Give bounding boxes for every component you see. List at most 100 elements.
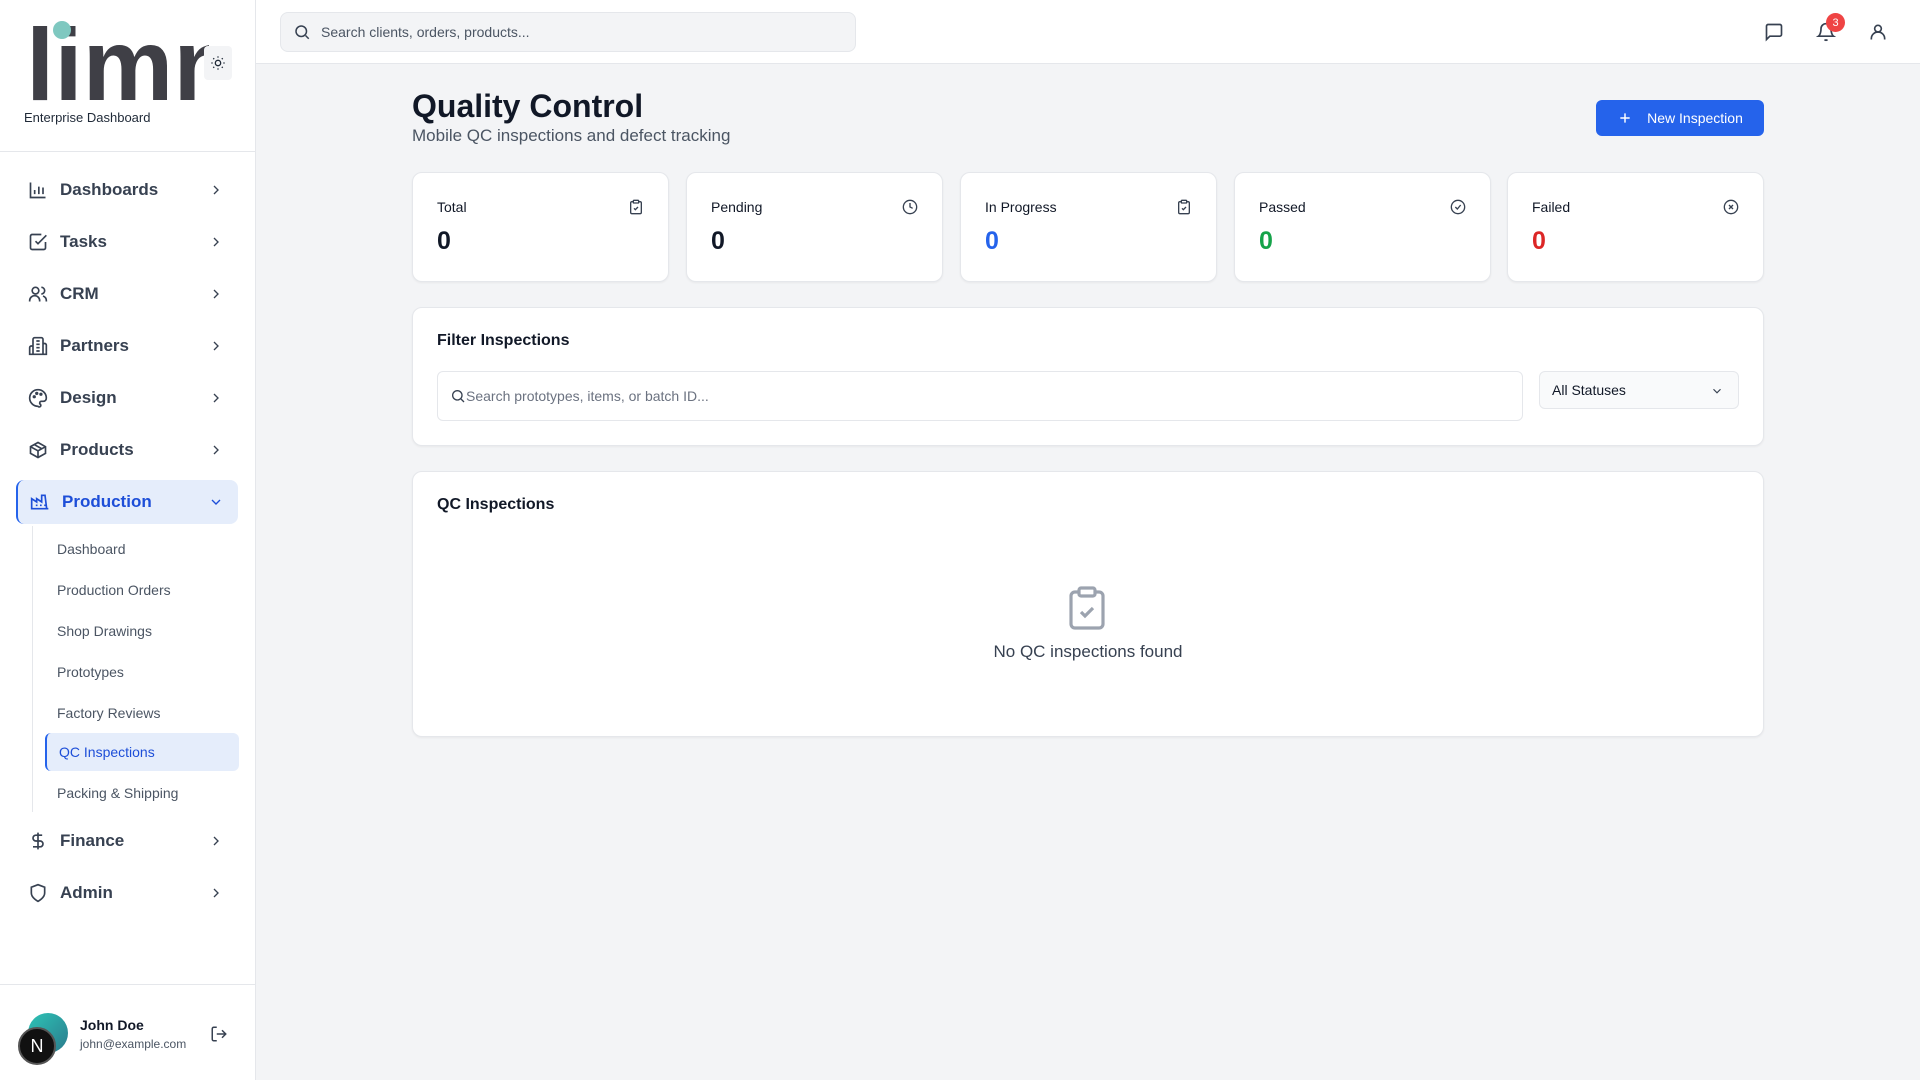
sidebar-item-finance[interactable]: Finance xyxy=(16,819,238,863)
top-bar xyxy=(256,0,1920,64)
sidebar: limn Enterprise Dashboard Dashboards Tas… xyxy=(0,0,256,1080)
chevron-down-icon xyxy=(1713,388,1721,394)
messages-button[interactable] xyxy=(1762,20,1786,44)
qc-inspections-card: QC Inspections No QC inspections found xyxy=(412,471,1764,737)
sidebar-item-dashboards[interactable]: Dashboards xyxy=(16,168,238,212)
search-icon xyxy=(452,390,465,403)
user-icon xyxy=(1870,24,1886,40)
user-name: John Doe xyxy=(80,1017,144,1033)
factory-icon xyxy=(30,492,50,512)
stat-label: Total xyxy=(437,199,467,215)
package-icon xyxy=(28,440,48,460)
subnav-item-production-orders[interactable]: Production Orders xyxy=(45,571,239,609)
filter-search-input[interactable] xyxy=(466,388,1466,404)
qc-inspections-title: QC Inspections xyxy=(437,496,555,513)
filter-title: Filter Inspections xyxy=(437,332,570,349)
x-circle-icon xyxy=(1723,199,1739,215)
subnav-item-factory-reviews[interactable]: Factory Reviews xyxy=(45,694,239,732)
chevron-right-icon xyxy=(213,445,219,455)
stat-card-total: Total 0 xyxy=(412,172,669,282)
chevron-right-icon xyxy=(213,836,219,846)
stat-value: 0 xyxy=(1259,227,1273,255)
clipboard-check-icon xyxy=(630,199,642,215)
stat-card-in-progress: In Progress 0 xyxy=(960,172,1217,282)
sun-icon xyxy=(211,56,225,70)
status-select[interactable]: All Statuses xyxy=(1539,371,1739,409)
stat-card-passed: Passed 0 xyxy=(1234,172,1491,282)
global-search[interactable] xyxy=(280,12,856,52)
sidebar-item-products[interactable]: Products xyxy=(16,428,238,472)
dev-badge[interactable]: N xyxy=(18,1027,56,1065)
sidebar-item-production[interactable]: Production xyxy=(16,480,238,524)
sidebar-item-partners[interactable]: Partners xyxy=(16,324,238,368)
search-icon xyxy=(295,25,310,40)
subnav-item-prototypes[interactable]: Prototypes xyxy=(45,653,239,691)
building-icon xyxy=(28,336,48,356)
chevron-right-icon xyxy=(213,237,219,247)
stat-value: 0 xyxy=(711,227,725,255)
notification-count-badge: 3 xyxy=(1826,13,1845,32)
sidebar-item-label: Admin xyxy=(60,883,113,902)
stat-label: Passed xyxy=(1259,199,1306,215)
logo-area: limn Enterprise Dashboard xyxy=(0,0,255,152)
sidebar-item-design[interactable]: Design xyxy=(16,376,238,420)
sidebar-item-tasks[interactable]: Tasks xyxy=(16,220,238,264)
chevron-right-icon xyxy=(213,341,219,351)
users-icon xyxy=(28,284,48,304)
dollar-icon xyxy=(28,831,48,851)
subnav-item-shop-drawings[interactable]: Shop Drawings xyxy=(45,612,239,650)
chevron-right-icon xyxy=(213,888,219,898)
sidebar-item-label: Finance xyxy=(60,831,125,850)
check-square-icon xyxy=(28,232,48,252)
profile-button[interactable] xyxy=(1866,20,1890,44)
stat-label: Pending xyxy=(711,199,763,215)
status-select-value: All Statuses xyxy=(1552,382,1626,398)
new-inspection-label: New Inspection xyxy=(1647,110,1743,126)
palette-icon xyxy=(28,388,48,408)
plus-icon xyxy=(1620,113,1630,123)
theme-toggle-button[interactable] xyxy=(204,46,232,80)
message-icon xyxy=(1765,23,1783,42)
stat-value: 0 xyxy=(437,227,451,255)
new-inspection-button[interactable]: New Inspection xyxy=(1596,100,1764,136)
page-subtitle: Mobile QC inspections and defect trackin… xyxy=(412,126,731,145)
stat-label: In Progress xyxy=(985,199,1057,215)
sidebar-item-label: Production xyxy=(62,492,152,511)
logout-icon[interactable] xyxy=(210,1025,228,1043)
stat-value: 0 xyxy=(1532,227,1546,255)
production-submenu: Dashboard Production Orders Shop Drawing… xyxy=(32,526,239,812)
stat-card-failed: Failed 0 xyxy=(1507,172,1764,282)
subnav-item-packing-shipping[interactable]: Packing & Shipping xyxy=(45,774,239,812)
bar-chart-icon xyxy=(28,180,48,200)
sidebar-item-label: Tasks xyxy=(60,232,107,251)
limn-logo[interactable]: limn xyxy=(24,16,209,102)
filter-search[interactable] xyxy=(437,371,1523,421)
sidebar-item-label: CRM xyxy=(60,284,99,303)
check-circle-icon xyxy=(1450,199,1466,215)
chevron-right-icon xyxy=(213,393,219,403)
search-input[interactable] xyxy=(321,24,821,40)
sidebar-item-label: Dashboards xyxy=(60,180,159,199)
stat-label: Failed xyxy=(1532,199,1571,215)
sidebar-item-label: Products xyxy=(60,440,134,459)
chevron-right-icon xyxy=(213,185,219,195)
clipboard-check-icon xyxy=(1178,199,1190,215)
subnav-item-dashboard[interactable]: Dashboard xyxy=(45,530,239,568)
chevron-right-icon xyxy=(213,289,219,299)
clipboard-check-icon xyxy=(1069,586,1105,630)
clock-icon xyxy=(902,199,918,215)
page-title: Quality Control xyxy=(412,88,644,124)
stat-card-pending: Pending 0 xyxy=(686,172,943,282)
app-subtitle: Enterprise Dashboard xyxy=(24,110,151,125)
sidebar-item-crm[interactable]: CRM xyxy=(16,272,238,316)
stat-value: 0 xyxy=(985,227,999,255)
sidebar-item-admin[interactable]: Admin xyxy=(16,871,238,915)
sidebar-item-label: Partners xyxy=(60,336,129,355)
chevron-down-icon xyxy=(211,499,221,505)
subnav-item-qc-inspections[interactable]: QC Inspections xyxy=(45,733,239,771)
filter-card: Filter Inspections All Statuses xyxy=(412,307,1764,446)
user-email: john@example.com xyxy=(80,1037,187,1051)
user-profile: N John Doe john@example.com xyxy=(0,984,256,1080)
empty-state-text: No QC inspections found xyxy=(993,642,1183,661)
sidebar-item-label: Design xyxy=(60,388,117,407)
